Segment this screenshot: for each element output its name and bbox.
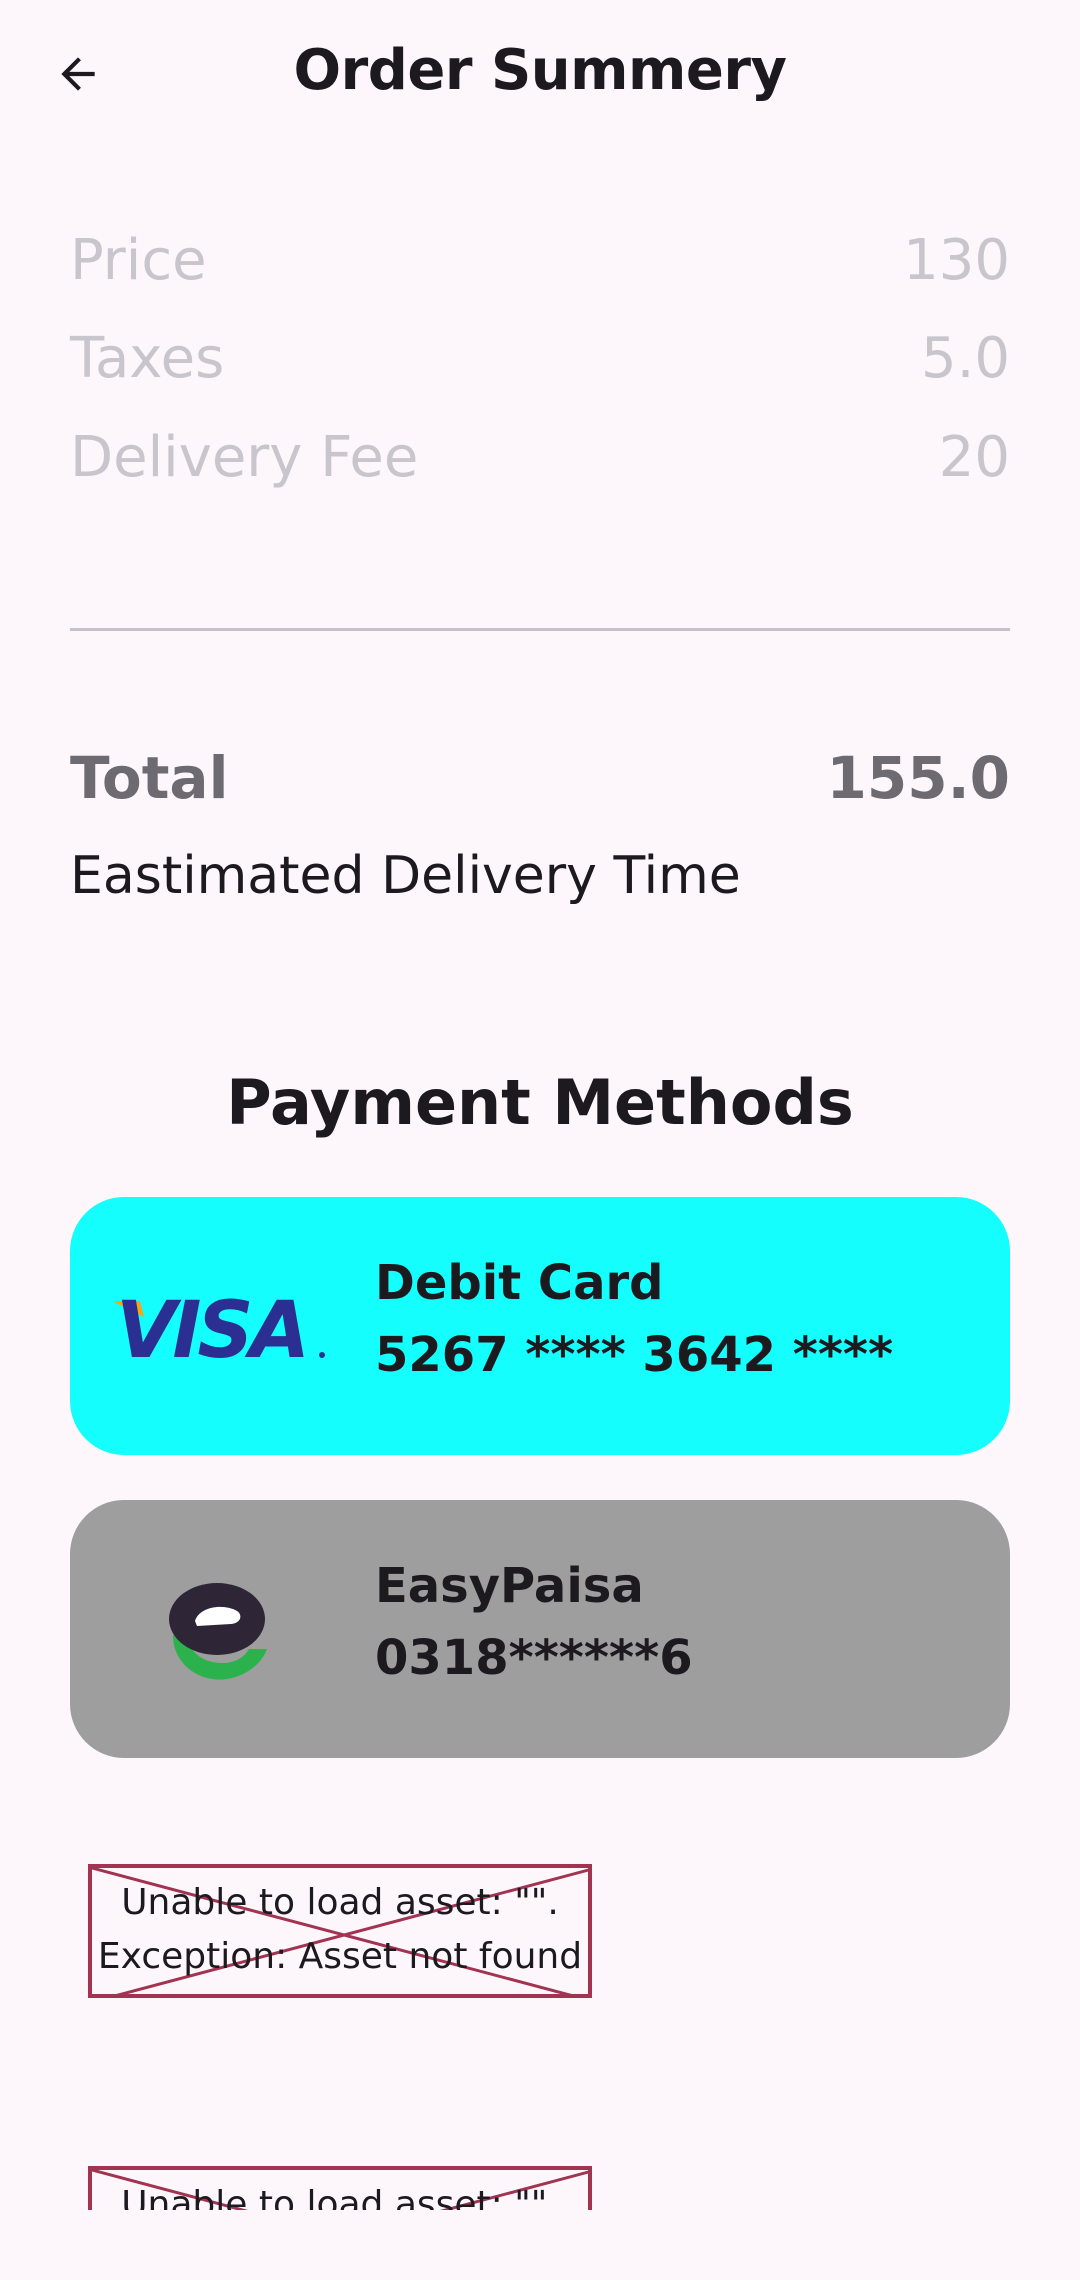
error-line-1: Unable to load asset: "".	[121, 1882, 559, 1923]
total-label: Total	[70, 744, 229, 812]
svg-text:VISA: VISA	[116, 1287, 306, 1367]
divider	[70, 628, 1010, 631]
price-label: Price	[70, 228, 207, 293]
payment-method-debit-card[interactable]: VISA Debit Card 5267 **** 3642 ****	[70, 1197, 1010, 1455]
total-value: 155.0	[826, 744, 1010, 812]
price-row: Price 130	[70, 228, 1010, 293]
debit-card-number: 5267 **** 3642 ****	[375, 1327, 894, 1383]
price-value: 130	[903, 228, 1010, 293]
debit-card-info: Debit Card 5267 **** 3642 ****	[375, 1247, 893, 1391]
delivery-fee-value: 20	[938, 425, 1010, 490]
error-message: Unable to load asset: "".	[92, 2178, 588, 2210]
payment-method-easypaisa[interactable]: EasyPaisa 0318******6	[70, 1500, 1010, 1758]
easypaisa-number: 0318******6	[375, 1630, 693, 1686]
error-line-1: Unable to load asset: "".	[121, 2184, 559, 2210]
debit-card-name: Debit Card	[375, 1255, 664, 1311]
broken-image-placeholder: Unable to load asset: "". Exception: Ass…	[88, 1864, 592, 1998]
error-message: Unable to load asset: "". Exception: Ass…	[92, 1876, 588, 1984]
error-line-2: Exception: Asset not found	[97, 1936, 583, 1977]
total-row: Total 155.0	[70, 744, 1010, 812]
broken-image-placeholder: Unable to load asset: "".	[88, 2166, 592, 2210]
easypaisa-info: EasyPaisa 0318******6	[375, 1550, 693, 1694]
delivery-fee-row: Delivery Fee 20	[70, 425, 1010, 490]
estimated-delivery-time: Eastimated Delivery Time	[70, 846, 741, 906]
app-bar: Order Summery	[0, 0, 1080, 150]
payment-methods-title: Payment Methods	[226, 1066, 854, 1139]
taxes-row: Taxes 5.0	[70, 326, 1010, 391]
delivery-fee-label: Delivery Fee	[70, 425, 419, 490]
page-title: Order Summery	[293, 38, 787, 103]
visa-logo: VISA	[90, 1247, 350, 1407]
taxes-label: Taxes	[70, 326, 225, 391]
taxes-value: 5.0	[920, 326, 1010, 391]
easypaisa-name: EasyPaisa	[375, 1558, 644, 1614]
easypaisa-logo	[90, 1550, 350, 1710]
